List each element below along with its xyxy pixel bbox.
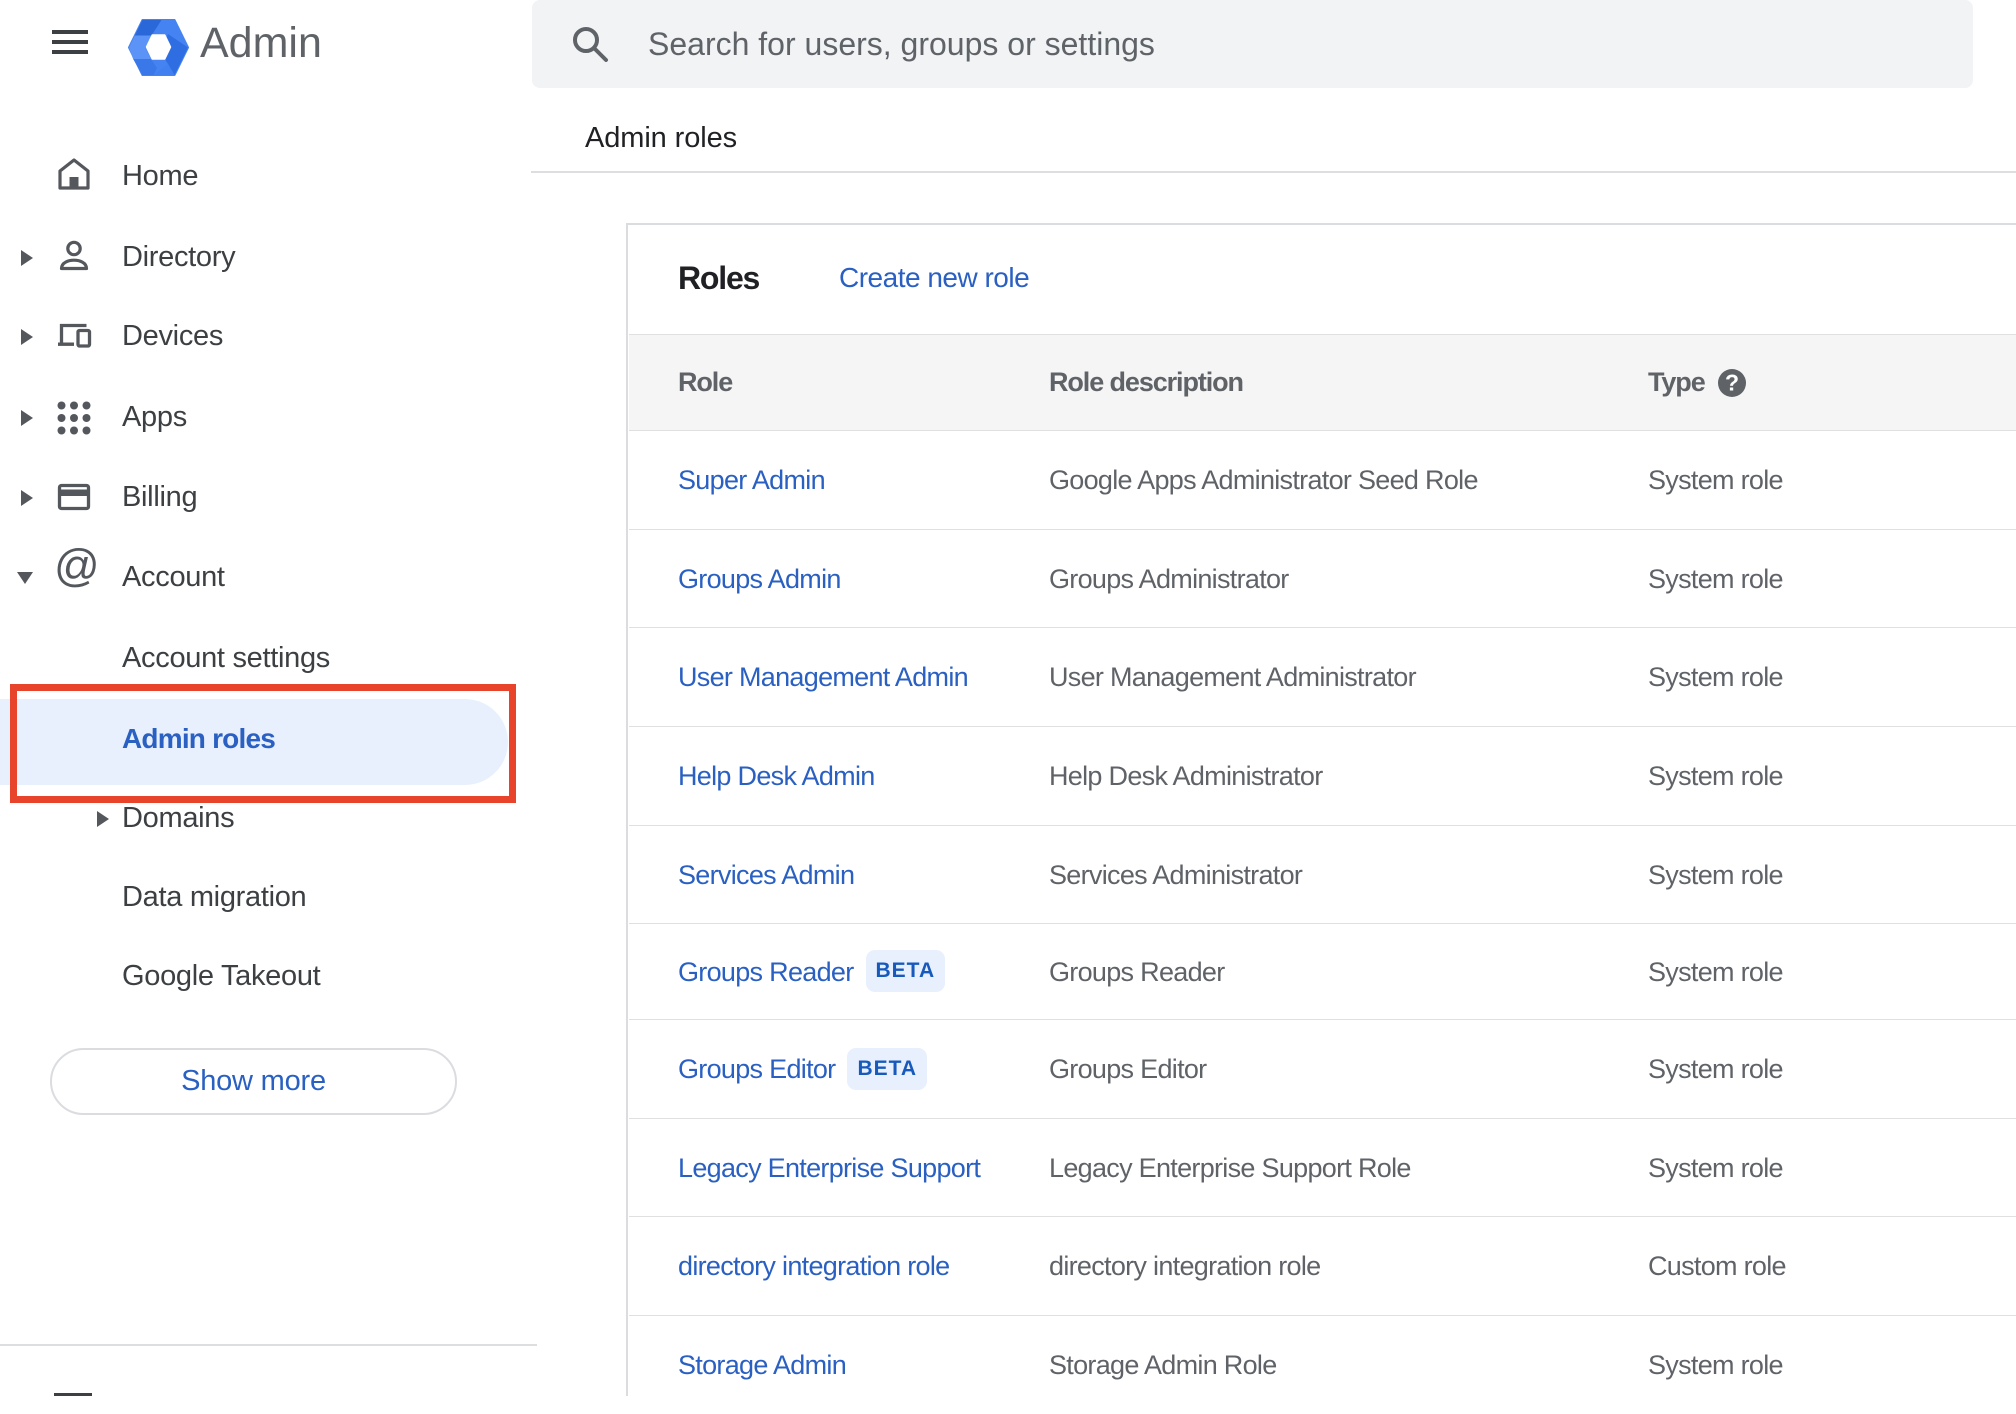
svg-text:?: ? (1725, 370, 1739, 396)
